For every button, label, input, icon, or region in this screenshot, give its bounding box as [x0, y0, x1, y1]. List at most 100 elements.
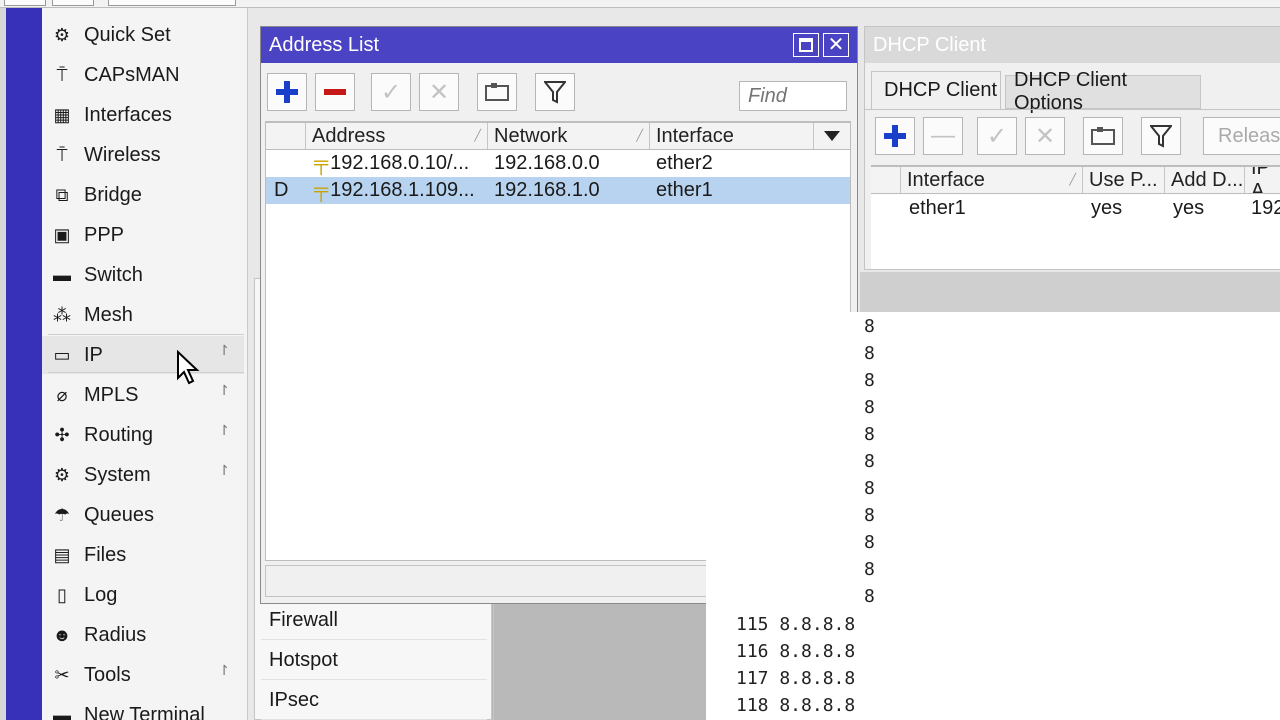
terminal-partial-char: 8	[864, 586, 875, 607]
address-icon: ╤	[314, 152, 329, 174]
plus-icon	[884, 125, 906, 147]
switch-icon: ▬	[53, 264, 71, 285]
address-cell: ╤ 192.168.1.109...	[310, 177, 488, 204]
sidebar-item-routing[interactable]: ✣ Routing ↾	[42, 416, 244, 454]
sidebar-item-interfaces[interactable]: ▦ Interfaces	[42, 96, 244, 134]
sidebar-item-label: Quick Set	[84, 23, 171, 46]
sidebar-item-label: IP	[84, 343, 103, 366]
quick-set-icon: ⚙	[53, 24, 71, 45]
sidebar-item-wireless[interactable]: ⍑ Wireless	[42, 136, 244, 174]
sidebar-item-label: CAPsMAN	[84, 63, 180, 86]
terminal-partial-char: 8	[864, 559, 875, 580]
row-flag: D	[274, 179, 289, 201]
sidebar-item-mesh[interactable]: ⁂ Mesh	[42, 296, 244, 334]
comment-icon	[1091, 127, 1115, 145]
sidebar-item-ppp[interactable]: ▣ PPP	[42, 216, 244, 254]
filter-button[interactable]	[1141, 117, 1181, 155]
release-button[interactable]: Release	[1203, 117, 1280, 155]
redo-button[interactable]	[52, 0, 94, 6]
terminal-partial-char: 8	[864, 505, 875, 526]
tab-label: DHCP Client	[884, 79, 997, 101]
ppp-icon: ▣	[53, 224, 71, 245]
add-button[interactable]	[267, 73, 307, 111]
submenu-item-ipsec[interactable]: IPsec	[261, 681, 487, 720]
sidebar-item-new-terminal[interactable]: ▬ New Terminal	[42, 696, 244, 720]
disable-button[interactable]: ✕	[419, 73, 459, 111]
safe-mode-button[interactable]	[108, 0, 236, 6]
terminal-partial-char: 8	[864, 424, 875, 445]
interface-cell: ether2	[656, 152, 713, 174]
interfaces-icon: ▦	[53, 104, 71, 125]
sort-icon: ╱	[1069, 174, 1076, 186]
dhcp-client-titlebar[interactable]: DHCP Client	[865, 27, 1280, 63]
terminal-line: 118 8.8.8.8	[736, 695, 856, 716]
sidebar-item-label: New Terminal	[84, 703, 205, 720]
capsman-icon: ⍑	[56, 64, 68, 85]
submenu-item-firewall[interactable]: Firewall	[261, 601, 487, 640]
column-use-peer-dns[interactable]: Use P...	[1083, 167, 1165, 193]
sidebar-item-label: PPP	[84, 223, 125, 246]
files-icon: ▤	[53, 544, 71, 565]
terminal-line: 116 8.8.8.8	[736, 641, 856, 662]
comment-button[interactable]	[1083, 117, 1123, 155]
sidebar-item-mpls[interactable]: ⌀ MPLS ↾	[42, 376, 244, 414]
column-chooser-button[interactable]	[814, 123, 850, 149]
terminal-partial-char: 8	[864, 478, 875, 499]
remove-button[interactable]	[315, 73, 355, 111]
sidebar-item-capsman[interactable]: ⍑ CAPsMAN	[42, 56, 244, 94]
address-value: 192.168.1.109...	[330, 179, 475, 201]
column-add-default-route[interactable]: Add D...	[1165, 167, 1245, 193]
column-interface[interactable]: Interface	[650, 123, 814, 149]
sidebar-item-bridge[interactable]: ⧉ Bridge	[42, 176, 244, 214]
desktop-area	[860, 272, 1280, 312]
column-flag[interactable]	[266, 123, 306, 149]
winbox-vertical-banner	[0, 8, 42, 720]
find-input[interactable]	[739, 81, 847, 111]
undo-button[interactable]	[4, 0, 46, 6]
column-ip-address[interactable]: IP A	[1245, 167, 1280, 193]
mesh-icon: ⁂	[53, 304, 71, 325]
submenu-arrow-icon: ↾	[218, 662, 230, 678]
sidebar-item-quick-set[interactable]: ⚙ Quick Set	[42, 16, 244, 54]
filter-button[interactable]	[535, 73, 575, 111]
sidebar-item-system[interactable]: ⚙ System ↾	[42, 456, 244, 494]
main-menu-sidebar: ⚙ Quick Set ⍑ CAPsMAN ▦ Interfaces ⍑ Wireless ⧉ B…	[42, 8, 248, 720]
table-header: Address ╱ Network ╱ Interface	[266, 122, 850, 150]
terminal-window[interactable]: 8 8 8 8 8 8 8 8 8 8 8 115 8.8.8.8 116 8.8.8.8 117 8.8…	[706, 312, 1280, 720]
close-button[interactable]: ✕	[823, 33, 849, 57]
enable-button[interactable]: ✓	[977, 117, 1017, 155]
tab-dhcp-client-options[interactable]: DHCP Client Options	[1005, 69, 1201, 114]
address-list-titlebar[interactable]: Address List	[261, 27, 857, 63]
sidebar-item-label: Radius	[84, 623, 147, 646]
sidebar-item-tools[interactable]: ✂ Tools ↾	[42, 656, 244, 694]
disable-button[interactable]: ✕	[1025, 117, 1065, 155]
sidebar-item-files[interactable]: ▤ Files	[42, 536, 244, 574]
remove-button[interactable]: —	[923, 117, 963, 155]
sidebar-item-radius[interactable]: ☻ Radius	[42, 616, 244, 654]
submenu-item-hotspot[interactable]: Hotspot	[261, 641, 487, 680]
system-icon: ⚙	[53, 464, 71, 485]
add-default-route-cell: yes	[1173, 197, 1205, 219]
comment-button[interactable]	[477, 73, 517, 111]
column-network[interactable]: Network ╱	[488, 123, 650, 149]
sidebar-item-ip[interactable]: ▭ IP ↾	[42, 336, 244, 374]
sidebar-item-queues[interactable]: ☂ Queues	[42, 496, 244, 534]
terminal-line: 117 8.8.8.8	[736, 668, 856, 689]
sidebar-item-log[interactable]: ▯ Log	[42, 576, 244, 614]
column-address[interactable]: Address ╱	[306, 123, 488, 149]
column-label: Address	[312, 124, 386, 147]
table-row[interactable]: ╤ 192.168.0.10/... 192.168.0.0 ether2	[266, 150, 850, 177]
terminal-line: 115 8.8.8.8	[736, 614, 856, 635]
sidebar-item-switch[interactable]: ▬ Switch	[42, 256, 244, 294]
add-button[interactable]	[875, 117, 915, 155]
column-flag[interactable]	[871, 167, 901, 193]
table-row[interactable]: ether1 yes yes 192	[871, 195, 1280, 222]
enable-button[interactable]: ✓	[371, 73, 411, 111]
minus-icon	[324, 89, 346, 95]
maximize-button[interactable]	[793, 33, 819, 57]
tools-icon: ✂	[54, 664, 70, 685]
tab-dhcp-client[interactable]: DHCP Client	[871, 71, 1001, 109]
column-interface[interactable]: Interface ╱	[901, 167, 1083, 193]
cross-icon: ✕	[428, 78, 450, 106]
table-row-selected[interactable]: D ╤ 192.168.1.109... 192.168.1.0 ether1	[266, 177, 850, 204]
